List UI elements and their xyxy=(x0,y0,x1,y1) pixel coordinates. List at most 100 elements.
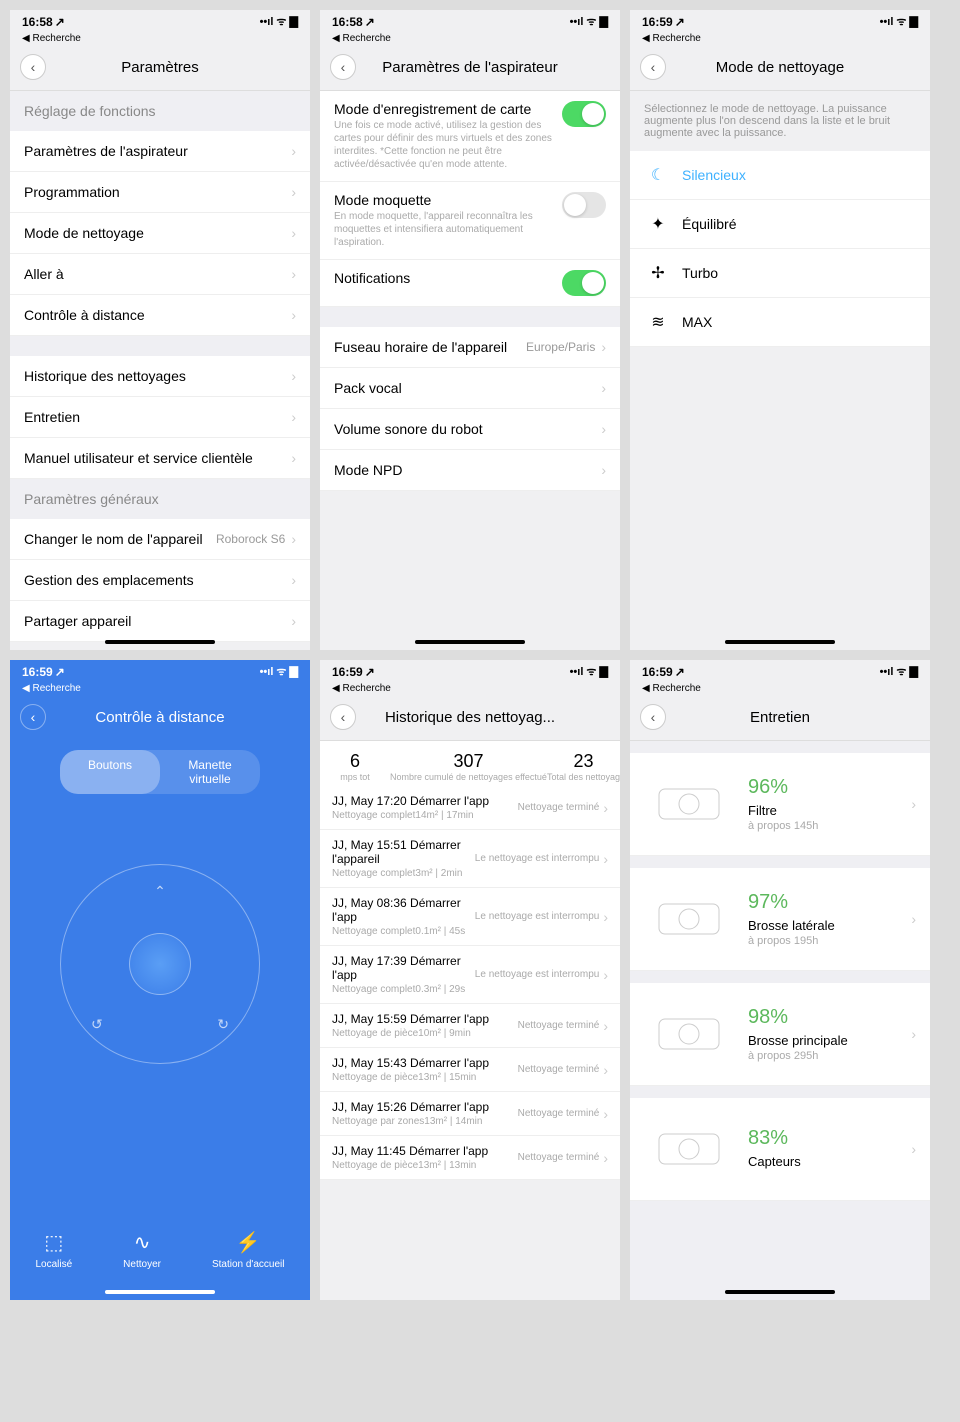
section-functions: Réglage de fonctions xyxy=(10,91,310,131)
status-bar: 16:58 ↗••ıl ᯤ ▇ xyxy=(10,10,310,33)
chevron-right-icon: › xyxy=(291,409,296,425)
home-indicator[interactable] xyxy=(105,1290,215,1294)
page-title: Mode de nettoyage xyxy=(630,59,930,76)
screen-parametres: 16:58 ↗••ıl ᯤ ▇ ◀ Recherche ‹ Paramètres … xyxy=(10,10,310,650)
mode-option[interactable]: ✦Équilibré xyxy=(630,200,930,249)
history-row[interactable]: JJ, May 15:59 Démarrer l'appNettoyage de… xyxy=(320,1004,620,1048)
history-row[interactable]: JJ, May 15:43 Démarrer l'appNettoyage de… xyxy=(320,1048,620,1092)
settings-row[interactable]: Programmation› xyxy=(10,172,310,213)
part-illustration-icon xyxy=(644,884,734,954)
back-button[interactable]: ‹ xyxy=(20,54,46,80)
maintenance-row[interactable]: 97%Brosse latéraleà propos 195h› xyxy=(630,868,930,971)
settings-row[interactable]: Changer le nom de l'appareilRoborock S6› xyxy=(10,519,310,560)
history-row[interactable]: JJ, May 11:45 Démarrer l'appNettoyage de… xyxy=(320,1136,620,1180)
chevron-right-icon: › xyxy=(911,911,916,927)
settings-row[interactable]: Mode de nettoyage› xyxy=(10,213,310,254)
stat: 307Nombre cumulé de nettoyages effectué xyxy=(390,751,547,782)
switch-notifications[interactable] xyxy=(562,270,606,296)
switch-carpet[interactable] xyxy=(562,192,606,218)
mode-description: Sélectionnez le mode de nettoyage. La pu… xyxy=(630,91,930,151)
back-to-search[interactable]: ◀ Recherche xyxy=(10,683,310,696)
settings-row[interactable]: Gestion des emplacements› xyxy=(10,560,310,601)
history-row[interactable]: JJ, May 17:20 Démarrer l'appNettoyage co… xyxy=(320,786,620,830)
settings-row[interactable]: Volume sonore du robot› xyxy=(320,409,620,450)
back-to-search[interactable]: ◀ Recherche xyxy=(10,33,310,46)
settings-row[interactable]: Pack vocal› xyxy=(320,368,620,409)
history-row[interactable]: JJ, May 15:51 Démarrer l'appareilNettoya… xyxy=(320,830,620,888)
segment-control[interactable]: BoutonsManette virtuelle xyxy=(60,750,260,794)
section-general: Paramètres généraux xyxy=(10,479,310,519)
back-to-search[interactable]: ◀ Recherche xyxy=(320,33,620,46)
settings-row[interactable]: Paramètres de l'aspirateur› xyxy=(10,131,310,172)
back-to-search[interactable]: ◀ Recherche xyxy=(630,33,930,46)
chevron-right-icon: › xyxy=(291,450,296,466)
nav-item[interactable]: ∿Nettoyer xyxy=(123,1230,161,1270)
screen-vacuum-settings: 16:58 ↗••ıl ᯤ ▇ ◀ Recherche ‹Paramètres … xyxy=(320,10,620,650)
history-row[interactable]: JJ, May 17:39 Démarrer l'appNettoyage co… xyxy=(320,946,620,1004)
settings-row[interactable]: Mode NPD› xyxy=(320,450,620,491)
back-to-search[interactable]: ◀ Recherche xyxy=(630,683,930,696)
part-illustration-icon xyxy=(644,769,734,839)
chevron-right-icon: › xyxy=(603,909,608,925)
chevron-right-icon: › xyxy=(601,462,606,478)
nav-item[interactable]: ⬚Localisé xyxy=(35,1230,72,1270)
settings-row[interactable]: Fuseau horaire de l'appareilEurope/Paris… xyxy=(320,327,620,368)
mode-option[interactable]: ✢Turbo xyxy=(630,249,930,298)
chevron-right-icon: › xyxy=(291,184,296,200)
back-button[interactable]: ‹ xyxy=(330,704,356,730)
rotate-right-icon[interactable]: ↻ xyxy=(217,1016,229,1033)
settings-row[interactable]: Entretien› xyxy=(10,397,310,438)
mode-icon: ✦ xyxy=(648,214,668,234)
page-title: Paramètres de l'aspirateur xyxy=(320,59,620,76)
chevron-right-icon: › xyxy=(603,800,608,816)
chevron-right-icon: › xyxy=(601,421,606,437)
mode-option[interactable]: ☾Silencieux xyxy=(630,151,930,200)
home-indicator[interactable] xyxy=(725,640,835,644)
status-bar: 16:59 ↗••ıl ᯤ ▇ xyxy=(320,660,620,683)
home-indicator[interactable] xyxy=(725,1290,835,1294)
seg-buttons[interactable]: Boutons xyxy=(60,750,160,794)
toggle-carpet: Mode moquetteEn mode moquette, l'apparei… xyxy=(320,182,620,260)
back-to-search[interactable]: ◀ Recherche xyxy=(320,683,620,696)
back-button[interactable]: ‹ xyxy=(330,54,356,80)
back-button[interactable]: ‹ xyxy=(640,54,666,80)
chevron-right-icon: › xyxy=(291,613,296,629)
maintenance-row[interactable]: 98%Brosse principaleà propos 295h› xyxy=(630,983,930,1086)
settings-row[interactable]: Contrôle à distance› xyxy=(10,295,310,336)
settings-row[interactable]: Manuel utilisateur et service clientèle› xyxy=(10,438,310,479)
home-indicator[interactable] xyxy=(415,640,525,644)
settings-row[interactable]: Historique des nettoyages› xyxy=(10,356,310,397)
maintenance-row[interactable]: 96%Filtreà propos 145h› xyxy=(630,753,930,856)
home-indicator[interactable] xyxy=(105,640,215,644)
stat: 23Total des nettoyag xyxy=(547,751,620,782)
status-bar: 16:58 ↗••ıl ᯤ ▇ xyxy=(320,10,620,33)
chevron-right-icon: › xyxy=(603,1018,608,1034)
nav-item[interactable]: ⚡Station d'accueil xyxy=(212,1230,285,1270)
chevron-right-icon: › xyxy=(601,339,606,355)
back-button[interactable]: ‹ xyxy=(20,704,46,730)
remote-dpad[interactable]: ⌃ ↺ ↻ xyxy=(60,864,260,1064)
chevron-right-icon: › xyxy=(603,1150,608,1166)
back-button[interactable]: ‹ xyxy=(640,704,666,730)
settings-row[interactable]: Partager appareil› xyxy=(10,601,310,642)
chevron-right-icon: › xyxy=(603,1106,608,1122)
chevron-right-icon: › xyxy=(911,1026,916,1042)
page-title: Paramètres xyxy=(10,59,310,76)
screen-remote: 16:59 ↗••ıl ᯤ ▇ ◀ Recherche ‹Contrôle à … xyxy=(10,660,310,1300)
arrow-up-icon[interactable]: ⌃ xyxy=(154,883,166,900)
history-row[interactable]: JJ, May 15:26 Démarrer l'appNettoyage pa… xyxy=(320,1092,620,1136)
maintenance-row[interactable]: 83%Capteurs› xyxy=(630,1098,930,1201)
history-row[interactable]: JJ, May 08:36 Démarrer l'appNettoyage co… xyxy=(320,888,620,946)
chevron-right-icon: › xyxy=(291,307,296,323)
seg-joystick[interactable]: Manette virtuelle xyxy=(160,750,260,794)
rotate-left-icon[interactable]: ↺ xyxy=(91,1016,103,1033)
stat: 6mps tot xyxy=(320,751,390,782)
settings-row[interactable]: Aller à› xyxy=(10,254,310,295)
switch-map-save[interactable] xyxy=(562,101,606,127)
mode-option[interactable]: ≋MAX xyxy=(630,298,930,347)
chevron-right-icon: › xyxy=(291,266,296,282)
chevron-right-icon: › xyxy=(291,143,296,159)
nav-icon: ⬚ xyxy=(44,1230,63,1255)
toggle-map-save: Mode d'enregistrement de carteUne fois c… xyxy=(320,91,620,182)
chevron-right-icon: › xyxy=(603,967,608,983)
